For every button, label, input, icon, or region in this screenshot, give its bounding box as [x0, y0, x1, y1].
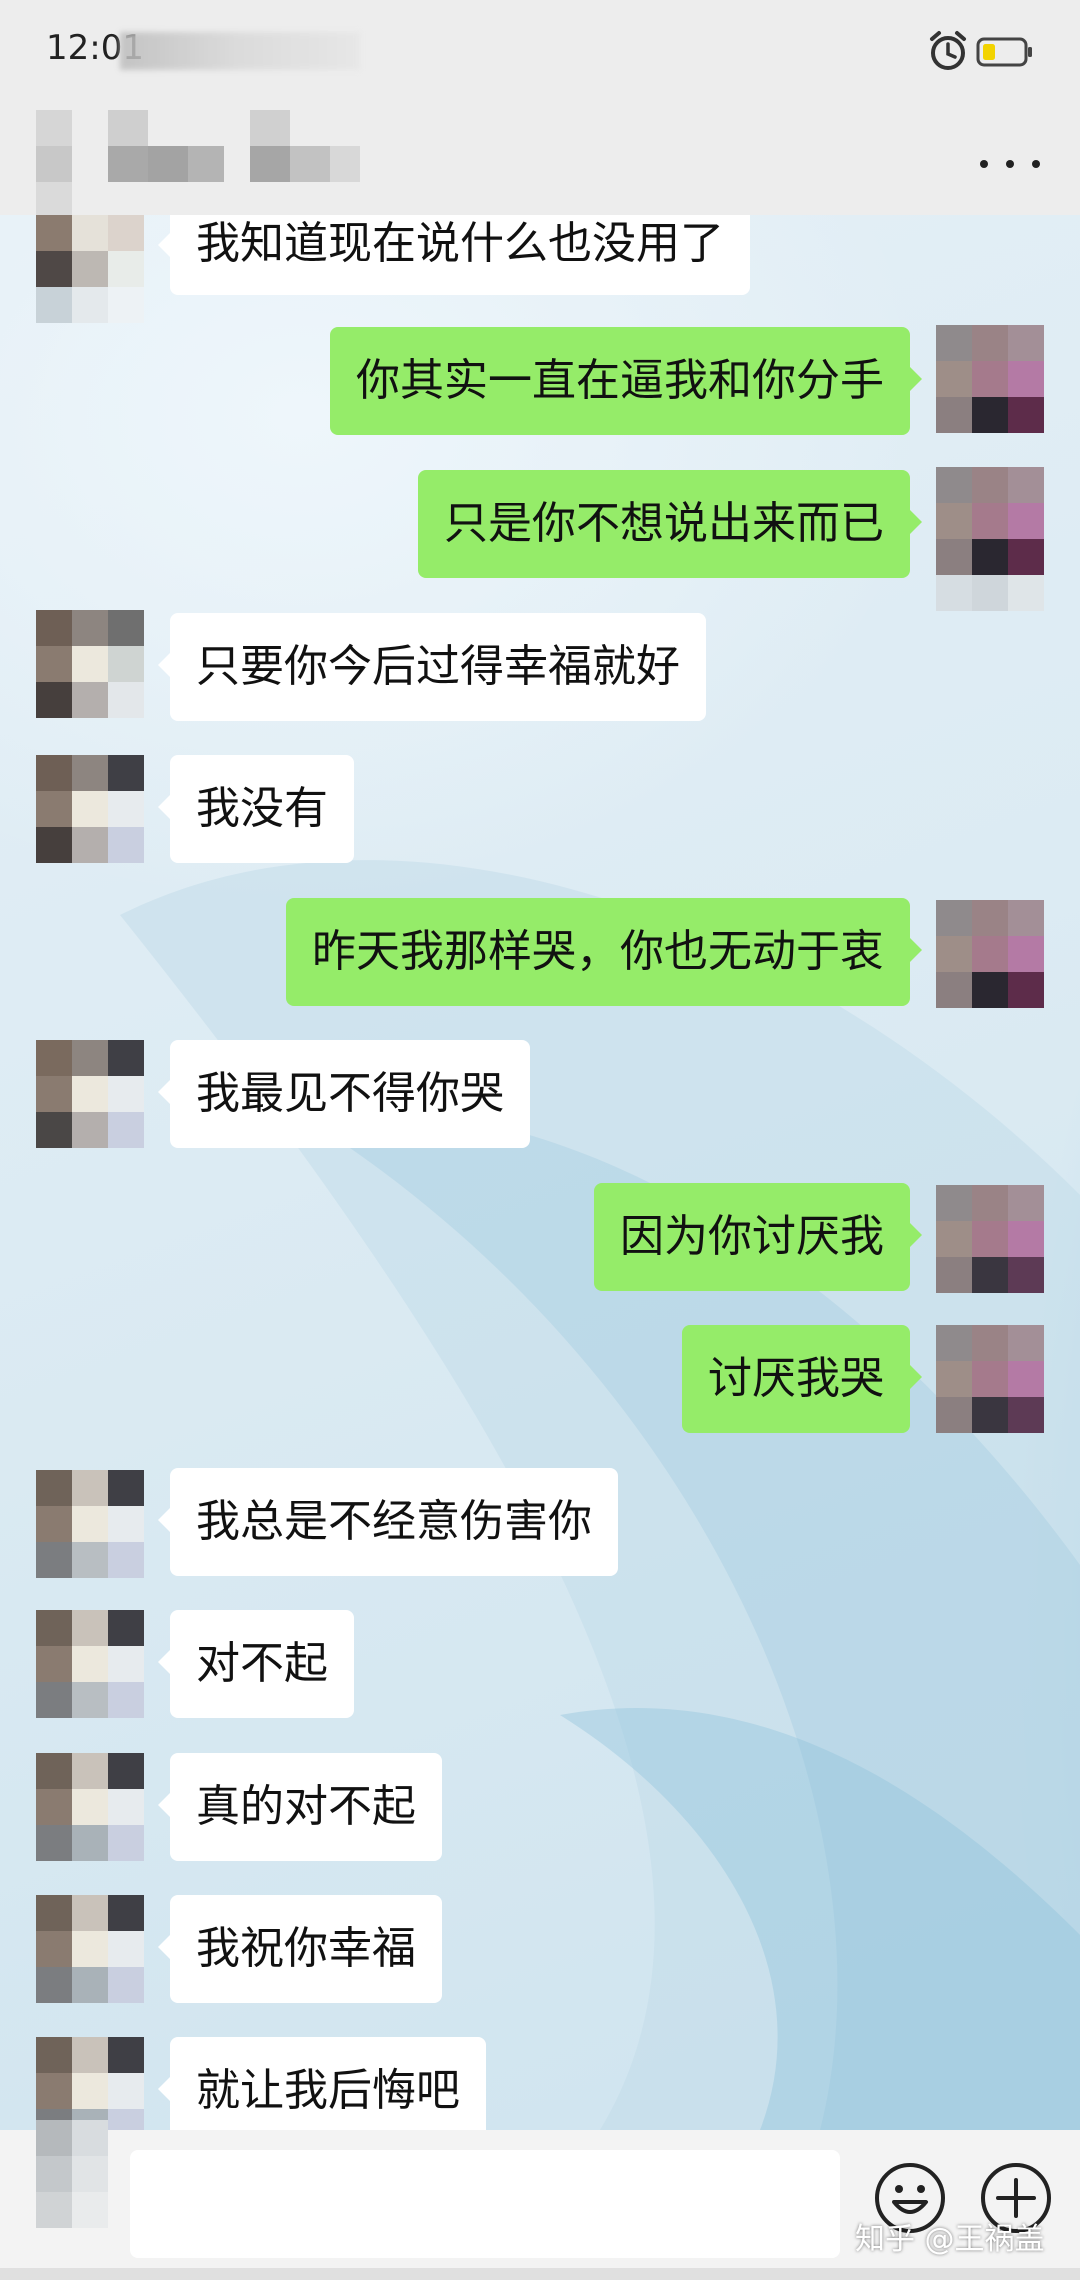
- message-text: 真的对不起: [196, 1781, 416, 1832]
- message-input[interactable]: [130, 2150, 840, 2258]
- contact-avatar[interactable]: [36, 1895, 144, 2003]
- message-text: 我没有: [196, 783, 328, 834]
- watermark-text: 知乎 @王祸盖: [855, 2222, 1045, 2257]
- received-message-bubble[interactable]: 我最见不得你哭: [158, 1040, 530, 1148]
- alarm-icon: [930, 31, 966, 70]
- received-message-bubble[interactable]: 对不起: [158, 1610, 354, 1718]
- contact-avatar[interactable]: [36, 755, 144, 863]
- more-dots-icon: [980, 160, 988, 168]
- message-text: 我祝你幸福: [196, 1923, 416, 1974]
- received-message-bubble[interactable]: 只要你今后过得幸福就好: [158, 613, 706, 721]
- contact-avatar[interactable]: [36, 1610, 144, 1718]
- message-text: 讨厌我哭: [708, 1353, 884, 1404]
- message-text: 你其实一直在逼我和你分手: [356, 355, 884, 406]
- received-message-bubble[interactable]: 我祝你幸福: [158, 1895, 442, 2003]
- my-avatar[interactable]: [936, 325, 1044, 433]
- message-text: 只要你今后过得幸福就好: [196, 641, 680, 692]
- contact-avatar[interactable]: [36, 2037, 144, 2130]
- received-message-bubble[interactable]: 就让我后悔吧: [158, 2037, 486, 2130]
- chat-header: [0, 110, 1080, 215]
- contact-avatar[interactable]: [36, 1470, 144, 1578]
- network-indicators-blurred: [120, 32, 360, 70]
- my-avatar[interactable]: [936, 1185, 1044, 1293]
- chat-title-blurred: [30, 110, 370, 215]
- message-text: 对不起: [196, 1638, 328, 1689]
- message-text: 昨天我那样哭，你也无动于衷: [312, 926, 884, 977]
- received-message-bubble[interactable]: 我知道现在说什么也没用了: [158, 215, 750, 295]
- contact-avatar: [36, 2120, 144, 2228]
- sent-message-bubble[interactable]: 因为你讨厌我: [594, 1183, 922, 1291]
- contact-avatar[interactable]: [36, 215, 144, 323]
- sent-message-bubble[interactable]: 昨天我那样哭，你也无动于衷: [286, 898, 922, 1006]
- status-bar: 12:01: [0, 0, 1080, 110]
- my-avatar[interactable]: [936, 900, 1044, 1008]
- chat-message-list[interactable]: 我知道现在说什么也没用了 你其实一直在逼我和你分手 只是你不想说出来而已 只要你…: [0, 215, 1080, 2130]
- message-text: 因为你讨厌我: [620, 1211, 884, 1262]
- sent-message-bubble[interactable]: 讨厌我哭: [682, 1325, 922, 1433]
- message-text: 我知道现在说什么也没用了: [196, 218, 724, 269]
- received-message-bubble[interactable]: 我没有: [158, 755, 354, 863]
- contact-avatar[interactable]: [36, 1753, 144, 1861]
- more-options-button[interactable]: [980, 144, 1040, 184]
- bottom-strip: [0, 2268, 1080, 2280]
- received-message-bubble[interactable]: 我总是不经意伤害你: [158, 1468, 618, 1576]
- message-text: 就让我后悔吧: [196, 2065, 460, 2116]
- message-text: 只是你不想说出来而已: [444, 498, 884, 549]
- contact-avatar[interactable]: [36, 610, 144, 718]
- sent-message-bubble[interactable]: 你其实一直在逼我和你分手: [330, 327, 922, 435]
- my-avatar[interactable]: [936, 467, 1044, 611]
- battery-icon: [976, 37, 1032, 67]
- my-avatar[interactable]: [936, 1325, 1044, 1433]
- message-text: 我最见不得你哭: [196, 1068, 504, 1119]
- message-text: 我总是不经意伤害你: [196, 1496, 592, 1547]
- sent-message-bubble[interactable]: 只是你不想说出来而已: [418, 470, 922, 578]
- received-message-bubble[interactable]: 真的对不起: [158, 1753, 442, 1861]
- contact-avatar[interactable]: [36, 1040, 144, 1148]
